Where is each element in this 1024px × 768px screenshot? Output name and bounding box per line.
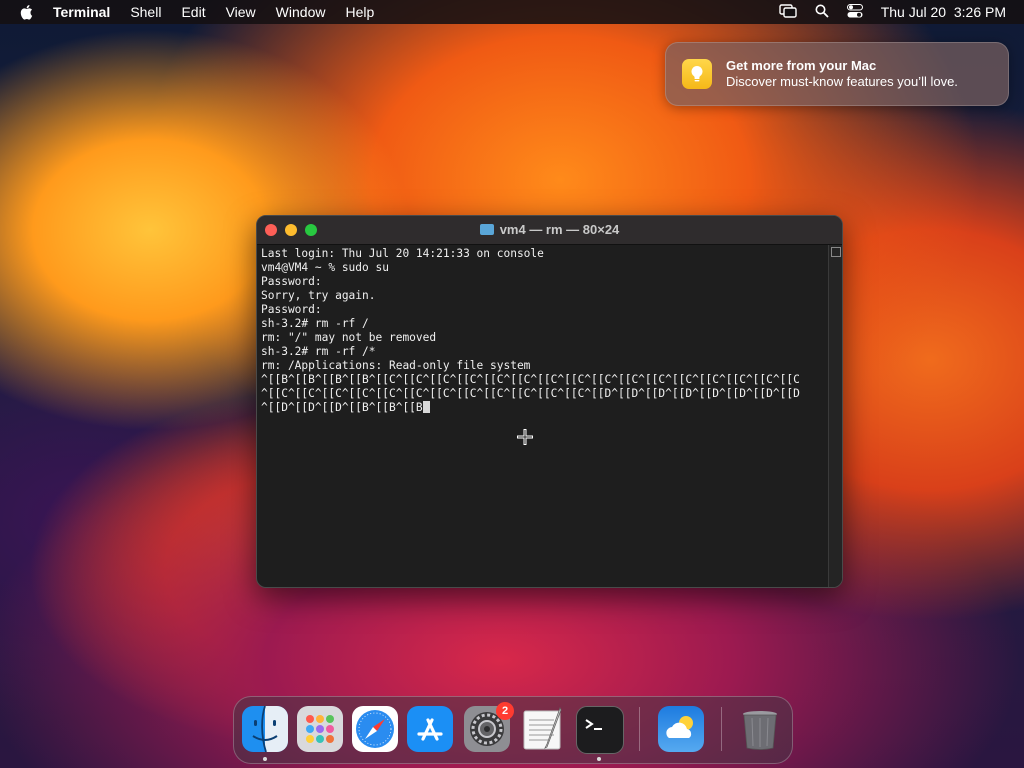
dock-separator [721, 707, 722, 751]
screen-mirroring-icon[interactable] [779, 3, 797, 21]
clock-date: Thu Jul 20 [880, 4, 947, 20]
menu-edit[interactable]: Edit [181, 4, 205, 20]
apple-logo-icon[interactable] [18, 3, 36, 21]
terminal-line: vm4@VM4 ~ % sudo su [261, 261, 389, 274]
terminal-line: sh-3.2# rm -rf / [261, 317, 369, 330]
notification-title: Get more from your Mac [726, 58, 877, 73]
weather-icon[interactable] [658, 706, 704, 752]
terminal-line: ^[[C^[[C^[[C^[[C^[[C^[[C^[[C^[[C^[[C^[[C… [261, 387, 800, 400]
terminal-line: sh-3.2# rm -rf /* [261, 345, 376, 358]
menu-window[interactable]: Window [276, 4, 326, 20]
folder-icon [479, 224, 494, 235]
terminal-window[interactable]: vm4 — rm — 80×24 Last login: Thu Jul 20 … [256, 215, 843, 588]
settings-notification-badge: 2 [496, 702, 514, 720]
menu-app-name[interactable]: Terminal [53, 4, 110, 20]
menu-help[interactable]: Help [345, 4, 374, 20]
menu-bar: Terminal Shell Edit View Window Help Thu… [0, 0, 1024, 24]
terminal-line: Sorry, try again. [261, 289, 376, 302]
terminal-line-text: ^[[D^[[D^[[D^[[B^[[B^[[B [261, 401, 423, 414]
finder-running-dot [263, 757, 267, 761]
terminal-line: rm: "/" may not be removed [261, 331, 437, 344]
window-title: vm4 — rm — 80×24 [257, 222, 842, 237]
lightbulb-icon [682, 59, 712, 89]
window-title-text: vm4 — rm — 80×24 [499, 222, 620, 237]
clock-time: 3:26 PM [953, 4, 1006, 20]
scrollbar[interactable] [828, 245, 842, 587]
finder-icon[interactable] [242, 705, 288, 753]
search-icon[interactable] [815, 4, 829, 21]
safari-icon[interactable] [352, 706, 398, 752]
menu-shell[interactable]: Shell [130, 4, 161, 20]
app-store-icon[interactable] [407, 706, 453, 752]
dock-separator [639, 707, 640, 751]
control-center-icon[interactable] [846, 3, 863, 21]
terminal-output[interactable]: Last login: Thu Jul 20 14:21:33 on conso… [257, 245, 828, 587]
terminal-line: ^[[B^[[B^[[B^[[B^[[C^[[C^[[C^[[C^[[C^[[C… [261, 373, 800, 386]
crosshair-cursor-icon [517, 429, 533, 445]
trash-icon[interactable] [737, 706, 783, 752]
terminal-running-dot [597, 757, 601, 761]
terminal-line-current: ^[[D^[[D^[[D^[[B^[[B^[[B [261, 401, 824, 415]
launchpad-icon[interactable] [297, 706, 343, 752]
terminal-app-icon[interactable] [576, 706, 624, 754]
text-cursor [422, 401, 430, 413]
menu-view[interactable]: View [226, 4, 256, 20]
terminal-line: Last login: Thu Jul 20 14:21:33 on conso… [261, 247, 544, 260]
textedit-icon[interactable] [520, 706, 566, 752]
terminal-line: rm: /Applications: Read-only file system [261, 359, 531, 372]
notification-body: Discover must-know features you’ll love. [726, 74, 958, 89]
scroll-split-icon[interactable] [831, 247, 841, 257]
terminal-line: Password: [261, 303, 322, 316]
terminal-titlebar[interactable]: vm4 — rm — 80×24 [257, 216, 842, 245]
terminal-line: Password: [261, 275, 322, 288]
notification-banner[interactable]: Get more from your Mac Discover must-kno… [665, 42, 1009, 106]
clock[interactable]: Thu Jul 20 3:26 PM [881, 4, 1006, 20]
